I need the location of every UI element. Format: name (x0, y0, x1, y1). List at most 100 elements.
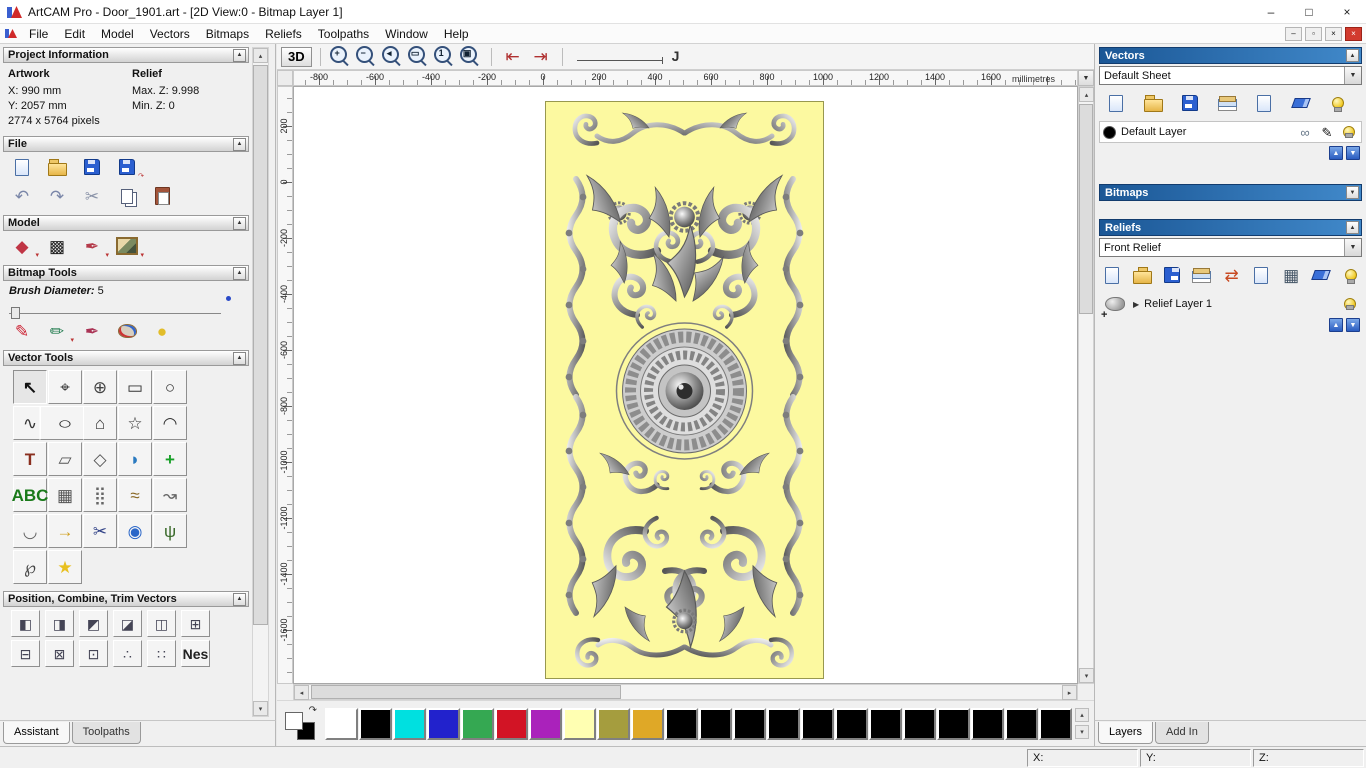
paste-vector[interactable]: + (153, 442, 187, 476)
layer-colour-swatch[interactable] (1103, 125, 1116, 139)
wrap-text[interactable]: ▱ (48, 442, 82, 476)
nesting[interactable]: Nes (181, 640, 210, 667)
palette-swatch-1[interactable] (359, 707, 392, 740)
palette-swatch-16[interactable] (869, 707, 902, 740)
palette-scroll-up-icon[interactable]: ▴ (1075, 708, 1089, 722)
smooth-vectors[interactable]: ↝ (153, 478, 187, 512)
align-centre[interactable]: ◫ (147, 610, 176, 637)
duplicate-relief-layer[interactable] (1252, 263, 1271, 287)
tab-toolpaths[interactable]: Toolpaths (71, 722, 141, 744)
scroll-thumb[interactable] (253, 65, 268, 625)
menu-model[interactable]: Model (93, 25, 142, 43)
mdi-restore-button[interactable]: ▫ (1305, 26, 1322, 41)
canvas-vertical-scrollbar[interactable]: ▴ ▾ (1078, 86, 1094, 684)
zoom-1-to-1[interactable]: 1 (433, 45, 457, 69)
fg-bg-colour-selector[interactable] (285, 708, 317, 740)
tab-assistant[interactable]: Assistant (3, 722, 70, 744)
create-star[interactable]: ☆ (118, 406, 152, 440)
scroll-down-icon[interactable]: ▾ (1079, 668, 1094, 683)
save-vector-layers[interactable] (1177, 91, 1203, 115)
view-3d-button[interactable]: 3D (281, 46, 312, 67)
open-vector-layers[interactable] (1140, 91, 1166, 115)
palette-swatch-21[interactable] (1039, 707, 1072, 740)
merge-relief-layers[interactable] (1193, 263, 1212, 287)
previous-view[interactable]: ⇤ (500, 45, 526, 69)
fit-arcs-to-polyline[interactable]: ◡ (13, 514, 47, 548)
menu-vectors[interactable]: Vectors (142, 25, 198, 43)
align-right[interactable]: ◨ (45, 610, 74, 637)
new-relief-layer[interactable] (1103, 263, 1122, 287)
menu-reliefs[interactable]: Reliefs (257, 25, 310, 43)
scroll-right-icon[interactable]: ▸ (1062, 685, 1077, 700)
palette-swatch-5[interactable] (495, 707, 528, 740)
palette-swatch-7[interactable] (563, 707, 596, 740)
move-vector-layer-up[interactable]: ▲ (1329, 146, 1343, 160)
texture-flow[interactable]: ψ (153, 514, 187, 548)
position-tools-header[interactable]: Position, Combine, Trim Vectors (3, 591, 249, 607)
vectors-header[interactable]: Vectors (1099, 47, 1362, 64)
delete-relief-layer[interactable] (1312, 263, 1331, 287)
zoom-previous[interactable]: ◂ (381, 45, 405, 69)
scroll-left-icon[interactable]: ◂ (294, 685, 309, 700)
paint-tool[interactable]: ✎ (9, 319, 35, 343)
edit-relief[interactable]: ✒ ▾ (79, 234, 109, 260)
palette-swatch-14[interactable] (801, 707, 834, 740)
copy[interactable] (114, 184, 140, 208)
open-relief-layer[interactable] (1133, 263, 1152, 287)
align-bottom[interactable]: ◪ (113, 610, 142, 637)
save-model[interactable] (79, 155, 105, 179)
relief-layer-row[interactable]: Relief Layer 1 (1099, 293, 1362, 315)
palette-swatch-17[interactable] (903, 707, 936, 740)
zoom-out[interactable]: − (355, 45, 379, 69)
slider-thumb[interactable] (11, 307, 20, 319)
collapse-icon[interactable] (233, 216, 246, 230)
move-relief-layer-up[interactable]: ▲ (1329, 318, 1343, 332)
save-model-as[interactable]: ↷ (114, 155, 144, 180)
subtract-vectors[interactable]: ⊠ (45, 640, 74, 667)
align-top[interactable]: ◩ (79, 610, 108, 637)
offset-vectors[interactable]: ◇ (83, 442, 117, 476)
swap-colours-icon[interactable] (309, 705, 317, 716)
palette-swatch-4[interactable] (461, 707, 494, 740)
relief-visibility-icon[interactable] (1341, 295, 1359, 313)
mdi-minimize-button[interactable]: – (1285, 26, 1302, 41)
menu-bitmaps[interactable]: Bitmaps (198, 25, 257, 43)
zoom-fit-page[interactable]: ▣ (459, 45, 483, 69)
move-vector-layer-down[interactable]: ▼ (1346, 146, 1360, 160)
minimize-button[interactable]: – (1252, 0, 1290, 23)
trim-overlap[interactable]: ⊡ (79, 640, 108, 667)
tab-layers[interactable]: Layers (1098, 722, 1154, 744)
undo[interactable]: ↶ (9, 184, 35, 208)
vector-tools-header[interactable]: Vector Tools (3, 350, 249, 366)
foreground-colour[interactable] (285, 711, 303, 730)
collapse-icon[interactable] (1346, 221, 1359, 234)
toggle-all-vector-layers[interactable] (1325, 91, 1351, 115)
scroll-down-icon[interactable]: ▾ (253, 701, 268, 716)
palette-scroll-down-icon[interactable]: ▾ (1075, 725, 1089, 739)
cut[interactable]: ✂ (79, 184, 105, 208)
palette-swatch-3[interactable] (427, 707, 460, 740)
node-editing[interactable]: ⌖ (48, 370, 82, 404)
menu-toolpaths[interactable]: Toolpaths (310, 25, 377, 43)
collapse-icon[interactable] (233, 137, 246, 151)
collapse-icon[interactable] (233, 592, 246, 606)
palette-swatch-2[interactable] (393, 707, 426, 740)
menu-file[interactable]: File (21, 25, 56, 43)
make-grid[interactable]: ▦ (48, 478, 82, 512)
expand-icon[interactable] (1346, 186, 1359, 199)
scroll-up-icon[interactable]: ▴ (1079, 87, 1094, 102)
vector-doctor[interactable]: ◉ (118, 514, 152, 548)
scroll-thumb[interactable] (1079, 104, 1093, 314)
palette-swatch-20[interactable] (1005, 707, 1038, 740)
centre-in-page[interactable]: ⊞ (181, 610, 210, 637)
open-model[interactable] (44, 155, 70, 179)
layer-colour-icon[interactable]: ✎ (1318, 123, 1336, 141)
new-vector-layer[interactable] (1103, 91, 1129, 115)
create-rectangle[interactable]: ▭ (118, 370, 152, 404)
new-model[interactable] (9, 155, 35, 179)
reliefs-header[interactable]: Reliefs (1099, 219, 1362, 236)
model-header[interactable]: Model (3, 215, 249, 231)
palette-swatch-8[interactable] (597, 707, 630, 740)
close-button[interactable]: × (1328, 0, 1366, 23)
transform-vectors[interactable]: ⊕ (83, 370, 117, 404)
